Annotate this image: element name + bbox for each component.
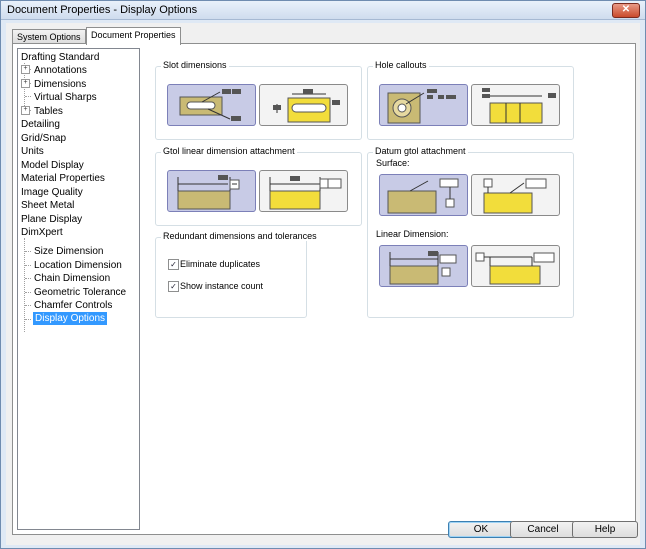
datum-linear-option-1[interactable] [379, 245, 468, 287]
datum-surface-label: Surface: [376, 158, 410, 168]
show-instance-count-checkbox[interactable]: ✓ [168, 281, 179, 292]
hole-callout-diagram-1-icon [387, 89, 456, 124]
tree-item-tables[interactable]: Tables [34, 105, 63, 118]
tree-item-geometric-tolerance[interactable]: Geometric Tolerance [34, 286, 126, 299]
hole-callout-option-1[interactable] [379, 84, 468, 126]
tree-item-material-properties[interactable]: Material Properties [21, 172, 105, 185]
slot-dimensions-group: Slot dimensions [155, 60, 362, 140]
datum-surface-option-1[interactable] [379, 174, 468, 216]
datum-linear-label: Linear Dimension: [376, 229, 449, 239]
tree-item-plane-display[interactable]: Plane Display [21, 213, 82, 226]
datum-gtol-group: Datum gtol attachment Surface: Linear Di… [367, 146, 574, 318]
tree-item-chain-dimension[interactable]: Chain Dimension [34, 272, 110, 285]
expand-dimensions-icon[interactable]: + [21, 79, 30, 88]
close-button[interactable]: ✕ [612, 3, 640, 18]
datum-linear-option-2[interactable] [471, 245, 560, 287]
slot-dimension-diagram-1-icon [179, 89, 241, 121]
redundant-dimensions-group: Redundant dimensions and tolerances ✓ El… [155, 231, 319, 318]
tree-item-location-dimension[interactable]: Location Dimension [34, 259, 122, 272]
hole-callout-diagram-2-icon [482, 88, 556, 124]
expand-annotations-icon[interactable]: + [21, 65, 30, 74]
gtol-linear-diagram-1-icon [177, 175, 240, 210]
ok-button[interactable]: OK [448, 521, 514, 538]
close-icon: ✕ [621, 4, 631, 15]
datum-surface-option-2[interactable] [471, 174, 560, 216]
datum-linear-diagram-1-icon [389, 251, 457, 285]
dialog-client-area: System Options Document Properties + + + [6, 23, 640, 545]
hole-callout-option-2[interactable] [471, 84, 560, 126]
gtol-linear-option-1[interactable] [167, 170, 256, 212]
tab-system-options[interactable]: System Options [12, 29, 86, 44]
datum-gtol-title: Datum gtol attachment [373, 146, 468, 156]
slot-dimension-diagram-2-icon [273, 89, 340, 123]
cancel-button[interactable]: Cancel [510, 521, 576, 538]
options-tree[interactable]: + + + Drafting Standard Annotations Dime… [17, 48, 140, 530]
tree-item-annotations[interactable]: Annotations [34, 64, 87, 77]
tree-item-sheet-metal[interactable]: Sheet Metal [21, 199, 74, 212]
tree-item-units[interactable]: Units [21, 145, 44, 158]
gtol-linear-option-2[interactable] [259, 170, 348, 212]
expand-tables-icon[interactable]: + [21, 106, 30, 115]
eliminate-duplicates-checkbox[interactable]: ✓ [168, 259, 179, 270]
tree-item-grid-snap[interactable]: Grid/Snap [21, 132, 66, 145]
tree-item-size-dimension[interactable]: Size Dimension [34, 245, 103, 258]
tree-item-model-display[interactable]: Model Display [21, 159, 84, 172]
tab-panel: + + + Drafting Standard Annotations Dime… [12, 43, 636, 535]
tab-document-properties[interactable]: Document Properties [86, 27, 181, 45]
tree-item-dimxpert[interactable]: DimXpert [21, 226, 63, 239]
slot-dimension-option-1[interactable] [167, 84, 256, 126]
help-button[interactable]: Help [572, 521, 638, 538]
gtol-linear-diagram-2-icon [269, 176, 342, 210]
gtol-linear-title: Gtol linear dimension attachment [161, 146, 297, 156]
show-instance-count-label[interactable]: Show instance count [180, 281, 263, 292]
tree-item-image-quality[interactable]: Image Quality [21, 186, 83, 199]
hole-callouts-title: Hole callouts [373, 60, 429, 70]
gtol-linear-group: Gtol linear dimension attachment [155, 146, 362, 226]
tree-item-chamfer-controls[interactable]: Chamfer Controls [34, 299, 112, 312]
dialog-window: Document Properties - Display Options ✕ … [0, 0, 646, 549]
window-title: Document Properties - Display Options [7, 4, 198, 16]
tree-item-virtual-sharps[interactable]: Virtual Sharps [34, 91, 97, 104]
slot-dimensions-title: Slot dimensions [161, 60, 229, 70]
tree-item-dimensions[interactable]: Dimensions [34, 78, 86, 91]
slot-dimension-option-2[interactable] [259, 84, 348, 126]
redundant-dimensions-title: Redundant dimensions and tolerances [161, 231, 319, 241]
datum-surface-diagram-2-icon [483, 178, 547, 214]
tree-item-detailing[interactable]: Detailing [21, 118, 60, 131]
title-bar[interactable]: Document Properties - Display Options ✕ [1, 1, 645, 20]
datum-linear-diagram-2-icon [475, 252, 555, 285]
datum-surface-diagram-1-icon [387, 178, 459, 214]
tree-item-display-options[interactable]: Display Options [33, 312, 108, 325]
tree-item-drafting-standard[interactable]: Drafting Standard [21, 51, 99, 64]
hole-callouts-group: Hole callouts [367, 60, 574, 140]
eliminate-duplicates-label[interactable]: Eliminate duplicates [180, 259, 260, 270]
